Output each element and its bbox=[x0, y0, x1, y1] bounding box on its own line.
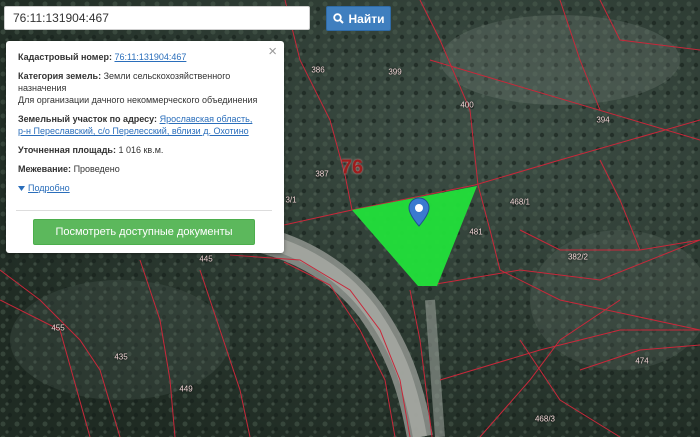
search-icon bbox=[332, 13, 344, 24]
purpose-value: Для организации дачного некоммерческого … bbox=[18, 95, 258, 105]
parcel-label: 394 bbox=[596, 115, 610, 125]
parcel-label: 468/3 bbox=[534, 414, 556, 424]
address-label: Земельный участок по адресу: bbox=[18, 114, 158, 124]
address-row: Земельный участок по адресу: Ярославская… bbox=[18, 113, 272, 137]
view-documents-button[interactable]: Посмотреть доступные документы bbox=[33, 219, 255, 245]
area-value: 1 016 кв.м. bbox=[118, 145, 164, 155]
address-link[interactable]: Ярославская область, bbox=[160, 114, 253, 124]
parcel-label: 387 bbox=[315, 169, 329, 179]
survey-label: Межевание: bbox=[18, 164, 72, 174]
location-pin-icon[interactable] bbox=[408, 197, 430, 227]
cadastral-label: Кадастровый номер: bbox=[18, 52, 112, 62]
search-button[interactable]: Найти bbox=[326, 6, 391, 31]
parcel-label: 481 bbox=[469, 227, 483, 237]
category-row: Категория земель: Земли сельскохозяйстве… bbox=[18, 70, 272, 106]
survey-row: Межевание: Проведено bbox=[18, 163, 272, 175]
area-row: Уточненная площадь: 1 016 кв.м. bbox=[18, 144, 272, 156]
survey-value: Проведено bbox=[73, 164, 120, 174]
divider bbox=[16, 210, 272, 211]
cadastral-link[interactable]: 76:11:131904:467 bbox=[114, 52, 186, 62]
search-button-label: Найти bbox=[348, 11, 385, 26]
parcel-label: 382/2 bbox=[567, 252, 589, 262]
cadastral-row: Кадастровый номер: 76:11:131904:467 bbox=[18, 51, 272, 63]
parcel-label: 449 bbox=[179, 384, 193, 394]
parcel-label: 400 bbox=[460, 100, 474, 110]
category-value: Земли сельскохозяйственного bbox=[103, 71, 231, 81]
more-details-link[interactable]: Подробно bbox=[18, 182, 272, 194]
parcel-label: 386 bbox=[311, 65, 325, 75]
parcel-label: 435 bbox=[114, 352, 128, 362]
address-link-cont[interactable]: р-н Переславский, с/о Перелесский, вблиз… bbox=[18, 126, 249, 136]
parcel-label: 455 bbox=[51, 323, 65, 333]
caret-down-icon bbox=[18, 185, 25, 191]
close-icon[interactable]: × bbox=[268, 44, 277, 59]
more-details-label: Подробно bbox=[28, 183, 70, 193]
parcel-info-popup: × Кадастровый номер: 76:11:131904:467 Ка… bbox=[6, 41, 284, 253]
category-label: Категория земель: bbox=[18, 71, 102, 81]
parcel-label: 474 bbox=[635, 356, 649, 366]
category-value-cont: назначения bbox=[18, 83, 67, 93]
area-label: Уточненная площадь: bbox=[18, 145, 116, 155]
parcel-label: 468/1 bbox=[509, 197, 531, 207]
region-number: 76 bbox=[340, 156, 364, 179]
search-input[interactable] bbox=[4, 6, 310, 30]
parcel-label: 3/1 bbox=[285, 195, 297, 205]
parcel-label: 399 bbox=[388, 67, 402, 77]
parcel-label: 445 bbox=[199, 254, 213, 264]
